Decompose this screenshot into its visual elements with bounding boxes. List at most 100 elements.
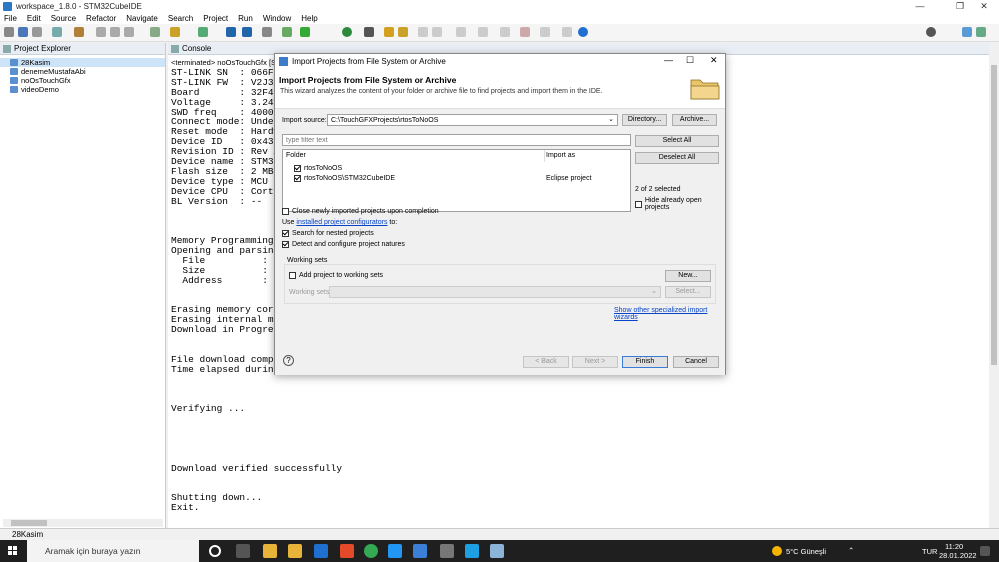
toolbar-icon[interactable] — [562, 27, 572, 37]
back-button[interactable]: < Back — [523, 356, 569, 368]
menu-refactor[interactable]: Refactor — [86, 14, 116, 23]
clock-time[interactable]: 11:20 — [945, 542, 963, 551]
select-all-button[interactable]: Select All — [635, 135, 719, 147]
menu-help[interactable]: Help — [301, 14, 317, 23]
ide-icon[interactable] — [413, 544, 427, 558]
windows-start-icon[interactable] — [8, 546, 18, 556]
file-explorer-icon[interactable] — [263, 544, 277, 558]
toolbar-icon[interactable] — [300, 27, 310, 37]
checkbox[interactable] — [289, 272, 296, 279]
menu-edit[interactable]: Edit — [27, 14, 41, 23]
scroll-thumb[interactable] — [11, 520, 47, 526]
touchgfx-icon[interactable] — [465, 544, 479, 558]
working-sets-combo[interactable]: ⌄ — [329, 286, 661, 298]
import-source-field[interactable]: C:\TouchGFXProjects\rtosToNoOS ⌄ — [327, 114, 618, 126]
office-icon[interactable] — [340, 544, 354, 558]
table-row[interactable]: rtosToNoOS — [294, 163, 342, 173]
toolbar-icon[interactable] — [282, 27, 292, 37]
toolbar-icon[interactable] — [198, 27, 208, 37]
new-icon[interactable] — [4, 27, 14, 37]
filter-input[interactable] — [282, 134, 631, 146]
menu-file[interactable]: File — [4, 14, 17, 23]
chevron-up-icon[interactable]: ⌃ — [848, 546, 854, 555]
project-item[interactable]: 28Kasim — [0, 58, 165, 67]
toolbar-icon[interactable] — [418, 27, 428, 37]
menu-project[interactable]: Project — [203, 14, 228, 23]
show-wizards-link[interactable]: Show other specialized import wizards — [614, 307, 725, 321]
language-indicator[interactable]: TUR — [922, 547, 937, 556]
configurators-link[interactable]: installed project configurators — [296, 219, 387, 226]
archive-button[interactable]: Archive... — [672, 114, 717, 126]
taskbar-search[interactable]: Aramak için buraya yazın — [27, 540, 199, 562]
back-icon[interactable] — [520, 27, 530, 37]
directory-button[interactable]: Directory... — [622, 114, 667, 126]
next-button[interactable]: Next > — [572, 356, 618, 368]
finish-button[interactable]: Finish — [622, 356, 668, 368]
toolbar-icon[interactable] — [150, 27, 160, 37]
checkbox[interactable] — [282, 208, 289, 215]
save-icon[interactable] — [18, 27, 28, 37]
dialog-minimize-button[interactable]: — — [664, 55, 673, 65]
detect-configure-checkbox[interactable]: Detect and configure project natures — [282, 241, 405, 248]
menu-source[interactable]: Source — [51, 14, 76, 23]
toolbar-icon[interactable] — [262, 27, 272, 37]
mail-icon[interactable] — [314, 544, 328, 558]
save-all-icon[interactable] — [32, 27, 42, 37]
notification-icon[interactable] — [980, 546, 990, 556]
add-to-ws-checkbox[interactable]: Add project to working sets — [289, 272, 383, 279]
toolbar-icon[interactable] — [226, 27, 236, 37]
menu-search[interactable]: Search — [168, 14, 193, 23]
horizontal-scrollbar[interactable] — [3, 519, 163, 527]
toolbar-icon[interactable] — [96, 27, 106, 37]
dialog-close-button[interactable]: ✕ — [710, 55, 718, 66]
toolbar-icon[interactable] — [398, 27, 408, 37]
cortana-icon[interactable] — [209, 545, 221, 557]
row-checkbox[interactable] — [294, 174, 301, 182]
cancel-button[interactable]: Cancel — [673, 356, 719, 368]
table-row[interactable]: rtosToNoOS\STM32CubeIDE Eclipse project — [294, 173, 592, 183]
chevron-down-icon[interactable]: ⌄ — [608, 115, 614, 124]
run-icon[interactable] — [342, 27, 352, 37]
menu-window[interactable]: Window — [263, 14, 291, 23]
dialog-maximize-button[interactable]: ☐ — [686, 55, 694, 66]
row-checkbox[interactable] — [294, 164, 301, 172]
settings-icon[interactable] — [52, 27, 62, 37]
chevron-down-icon[interactable]: ⌄ — [651, 287, 657, 296]
chrome-icon[interactable] — [364, 544, 378, 558]
forward-icon[interactable] — [540, 27, 550, 37]
toolbar-icon[interactable] — [384, 27, 394, 37]
hide-open-checkbox[interactable]: Hide already open projects — [635, 197, 725, 211]
toolbar-icon[interactable] — [432, 27, 442, 37]
toolbar-icon[interactable] — [124, 27, 134, 37]
app-icon[interactable] — [490, 544, 504, 558]
vertical-scrollbar[interactable] — [989, 43, 999, 528]
app-icon[interactable] — [440, 544, 454, 558]
info-icon[interactable] — [578, 27, 588, 37]
toolbar-icon[interactable] — [500, 27, 510, 37]
close-window-button[interactable]: ✕ — [969, 0, 999, 12]
perspective-icon[interactable] — [962, 27, 972, 37]
checkbox[interactable] — [282, 230, 289, 237]
new-button[interactable]: New... — [665, 270, 711, 282]
build-icon[interactable] — [74, 27, 84, 37]
menu-run[interactable]: Run — [238, 14, 253, 23]
help-icon[interactable]: ? — [283, 355, 294, 366]
search-nested-checkbox[interactable]: Search for nested projects — [282, 230, 374, 237]
search-icon[interactable] — [926, 27, 936, 37]
close-newly-checkbox[interactable]: Close newly imported projects upon compl… — [282, 208, 439, 215]
project-item[interactable]: noOsTouchGfx — [0, 76, 165, 85]
perspective-icon[interactable] — [976, 27, 986, 37]
checkbox[interactable] — [282, 241, 289, 248]
toolbar-icon[interactable] — [364, 27, 374, 37]
project-explorer-tab[interactable]: Project Explorer — [0, 43, 165, 55]
checkbox[interactable] — [635, 200, 642, 208]
task-view-icon[interactable] — [236, 544, 250, 558]
menu-navigate[interactable]: Navigate — [126, 14, 158, 23]
toolbar-icon[interactable] — [478, 27, 488, 37]
toolbar-icon[interactable] — [242, 27, 252, 37]
toolbar-icon[interactable] — [456, 27, 466, 37]
minimize-button[interactable]: — — [905, 0, 935, 12]
deselect-all-button[interactable]: Deselect All — [635, 152, 719, 164]
store-icon[interactable] — [288, 544, 302, 558]
project-item[interactable]: denemeMustafaAbi — [0, 67, 165, 76]
